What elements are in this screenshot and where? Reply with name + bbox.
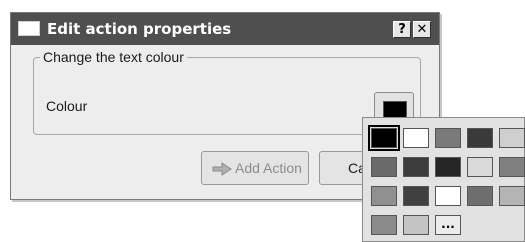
palette-swatch[interactable] xyxy=(403,186,429,206)
arrow-right-icon xyxy=(212,162,232,176)
palette-swatch[interactable] xyxy=(371,215,397,235)
more-colours-button[interactable]: ... xyxy=(435,215,461,235)
palette-swatch[interactable] xyxy=(435,186,461,206)
close-button[interactable]: ✕ xyxy=(413,21,431,38)
current-colour-swatch xyxy=(383,101,407,118)
palette-swatch[interactable] xyxy=(467,157,493,177)
palette-swatch[interactable] xyxy=(371,157,397,177)
palette-swatch[interactable] xyxy=(403,128,429,148)
palette-swatch[interactable] xyxy=(499,128,525,148)
palette-swatch[interactable] xyxy=(403,215,429,235)
dialog-title: Edit action properties xyxy=(47,20,232,38)
add-action-button[interactable]: Add Action xyxy=(201,151,309,185)
colour-label: Colour xyxy=(46,98,88,114)
palette-swatch[interactable] xyxy=(499,157,525,177)
palette-swatch[interactable] xyxy=(499,186,525,206)
palette-swatch[interactable] xyxy=(467,186,493,206)
palette-swatch[interactable] xyxy=(371,186,397,206)
help-button[interactable]: ? xyxy=(393,21,411,38)
window-icon xyxy=(18,21,40,36)
palette-swatch[interactable] xyxy=(435,157,461,177)
colour-palette-popup: ... xyxy=(362,117,525,242)
palette-swatch[interactable] xyxy=(435,128,461,148)
group-legend: Change the text colour xyxy=(40,48,187,66)
add-action-label: Add Action xyxy=(235,160,302,176)
palette-swatch[interactable] xyxy=(403,157,429,177)
palette-swatch[interactable] xyxy=(368,125,400,151)
title-bar[interactable]: Edit action properties ? ✕ xyxy=(11,13,439,45)
palette-swatch[interactable] xyxy=(467,128,493,148)
